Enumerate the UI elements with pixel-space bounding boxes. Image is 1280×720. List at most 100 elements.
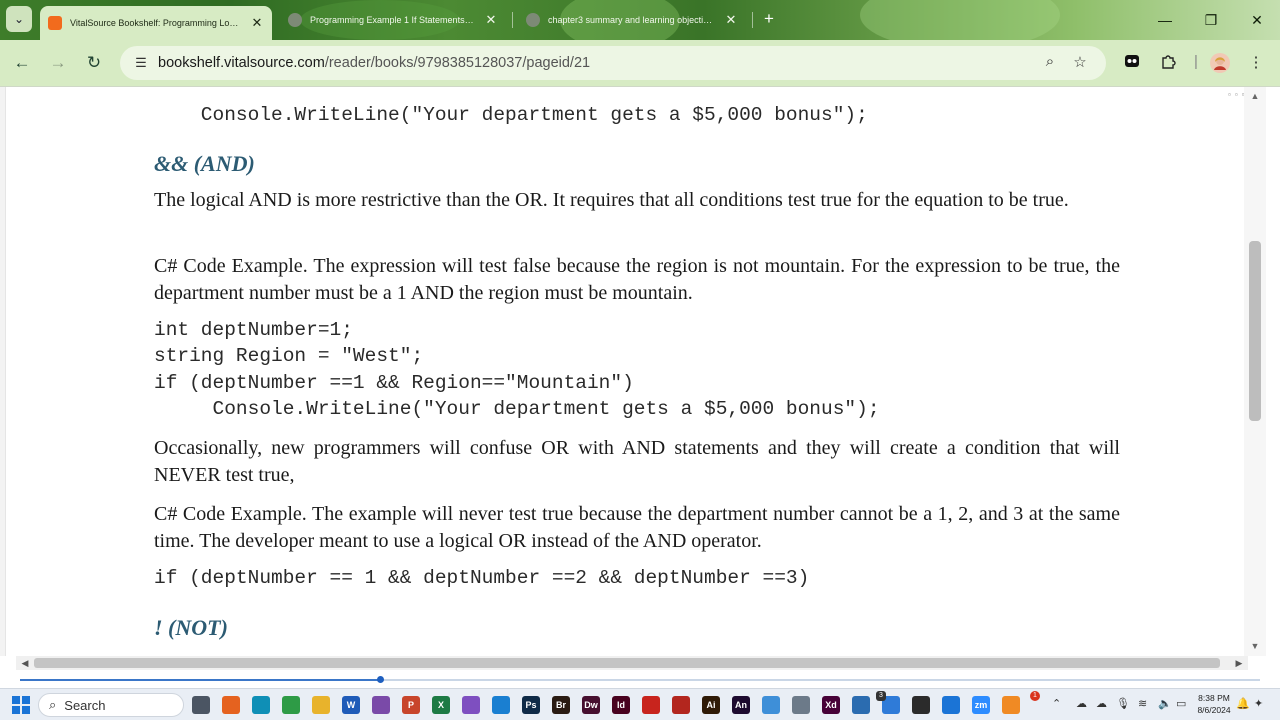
chevron-up-icon[interactable]: ⌃ [1052,697,1061,710]
notification-icon[interactable]: 🔔 [1236,697,1250,710]
section-heading-and: && (AND) [154,151,255,176]
close-window-button[interactable]: ✕ [1234,0,1280,40]
tab-title: Programming Example 1 If Statements and … [310,15,476,25]
onedrive-icon[interactable]: ☁ [1096,697,1107,710]
scroll-left-icon[interactable]: ◀ [18,656,32,670]
address-bar[interactable]: ☰ bookshelf.vitalsource.com/reader/books… [120,46,1106,80]
visual-studio-icon[interactable] [462,696,480,714]
background-foliage [860,0,1060,40]
animate-icon[interactable]: An [732,696,750,714]
horizontal-scrollbar[interactable]: ◀ ▶ [16,656,1248,670]
acrobat-icon[interactable] [642,696,660,714]
app-orange-icon[interactable] [1002,696,1020,714]
zoom-magnifier-icon[interactable]: ⌕ [1040,53,1060,73]
close-tab-icon[interactable]: ✕ [250,15,264,31]
progress-knob[interactable] [377,676,384,683]
microphone-icon[interactable]: 🎙 [1116,697,1130,710]
photoshop-icon[interactable]: Ps [522,696,540,714]
code-line: Console.WriteLine("Your department gets … [154,104,868,126]
tab-programming-example[interactable]: Programming Example 1 If Statements and … [280,6,506,34]
toolbar-divider: | [1194,53,1198,70]
app-count-badge: 3 [876,691,886,701]
edge-icon[interactable] [252,696,270,714]
close-tab-icon[interactable]: ✕ [724,12,738,28]
notepad-icon[interactable] [762,696,780,714]
vertical-scrollbar[interactable]: ▲ ▼ [1244,87,1266,656]
vscode-icon[interactable] [492,696,510,714]
video-progress-bar[interactable] [0,672,1280,688]
scroll-down-icon[interactable]: ▼ [1244,641,1266,655]
zoom-icon[interactable]: zm [972,696,990,714]
chrome-icon[interactable] [282,696,300,714]
powerpoint-icon[interactable]: P [402,696,420,714]
windows-start-icon[interactable] [12,696,30,714]
excel-icon[interactable]: X [432,696,450,714]
reload-icon[interactable]: ↻ [82,51,106,75]
section-heading-not: ! (NOT) [154,615,228,640]
vertical-scroll-thumb[interactable] [1249,241,1261,421]
extension-app-icon[interactable] [1122,53,1142,73]
clock-date: 8/6/2024 [1197,705,1231,715]
app-blue-square-icon[interactable] [942,696,960,714]
tab-title: VitalSource Bookshelf: Programming Logic… [70,18,242,28]
windows-taskbar: ⌕ Search W P X Ps Br Dw Id Ai An Xd zm 1 3 ⌃ ☁ ☁ 🎙 ≋… [0,688,1280,720]
search-icon: ⌕ [49,697,57,712]
taskbar-search-box[interactable]: ⌕ Search [38,693,184,717]
globe-favicon-icon [526,13,540,27]
paragraph: The logical AND is more restrictive than… [154,189,1069,211]
extensions-puzzle-icon[interactable] [1158,53,1178,73]
scroll-right-icon[interactable]: ▶ [1232,656,1246,670]
browser-toolbar: ← → ↻ ☰ bookshelf.vitalsource.com/reader… [0,40,1280,86]
word-icon[interactable]: W [342,696,360,714]
tab-title: chapter3 summary and learning objectives… [548,15,716,25]
tab-separator [752,12,753,28]
app-badge-icon[interactable] [852,696,870,714]
task-view-icon[interactable] [192,696,210,714]
illustrator-icon[interactable]: Ai [702,696,720,714]
url-path: /reader/books/9798385128037/pageid/21 [324,55,591,71]
bookmark-star-icon[interactable]: ☆ [1070,53,1090,73]
code-line: Console.WriteLine("Your department gets … [154,398,880,420]
tab-vitalsource[interactable]: VitalSource Bookshelf: Programming Logic… [40,6,272,40]
file-explorer-icon[interactable] [312,696,330,714]
terminal-icon[interactable] [912,696,930,714]
wifi-icon[interactable]: ≋ [1138,697,1147,710]
indesign-icon[interactable]: Id [612,696,630,714]
cloud-icon[interactable]: ☁ [1076,697,1087,710]
firefox-icon[interactable] [222,696,240,714]
app-swirl-icon[interactable] [792,696,810,714]
close-tab-icon[interactable]: ✕ [484,12,498,28]
taskbar-clock[interactable]: 8:38 PM 8/6/2024 [1196,692,1232,716]
forward-arrow-icon[interactable]: → [46,51,70,75]
address-url[interactable]: bookshelf.vitalsource.com/reader/books/9… [158,55,590,71]
horizontal-scroll-thumb[interactable] [34,658,1220,668]
speaker-icon[interactable]: 🔈 [1158,697,1172,710]
site-info-icon[interactable]: ☰ [130,52,152,74]
code-line: int deptNumber=1; [154,319,353,341]
search-label: Search [64,697,106,713]
scroll-up-icon[interactable]: ▲ [1244,91,1266,105]
tab-strip: ⌄ VitalSource Bookshelf: Programming Log… [0,0,1280,40]
dreamweaver-icon[interactable]: Dw [582,696,600,714]
profile-avatar[interactable] [1210,53,1230,73]
globe-favicon-icon [288,13,302,27]
filezilla-icon[interactable] [672,696,690,714]
xd-icon[interactable]: Xd [822,696,840,714]
restore-button[interactable]: ❐ [1188,0,1234,40]
url-domain: bookshelf.vitalsource.com [158,55,325,71]
new-tab-button[interactable]: + [760,10,778,28]
minimize-button[interactable]: — [1142,0,1188,40]
app-purple-icon[interactable] [372,696,390,714]
menu-kebab-icon[interactable]: ⋮ [1246,53,1266,73]
paragraph: C# Code Example. The expression will tes… [154,255,1120,304]
code-line: if (deptNumber == 1 && deptNumber ==2 &&… [154,567,810,589]
tab-search-menu-button[interactable]: ⌄ [6,6,32,32]
bridge-icon[interactable]: Br [552,696,570,714]
back-arrow-icon[interactable]: ← [10,51,34,75]
reader-viewport[interactable]: ▫▫▫ Console.WriteLine("Your department g… [0,86,1280,656]
copilot-icon[interactable]: ✦ [1254,697,1263,710]
tab-chapter3-pdf[interactable]: chapter3 summary and learning objectives… [518,6,746,34]
clock-time: 8:38 PM [1198,693,1230,703]
battery-icon[interactable]: ▭ [1176,697,1186,710]
code-line: if (deptNumber ==1 && Region=="Mountain"… [154,372,634,394]
